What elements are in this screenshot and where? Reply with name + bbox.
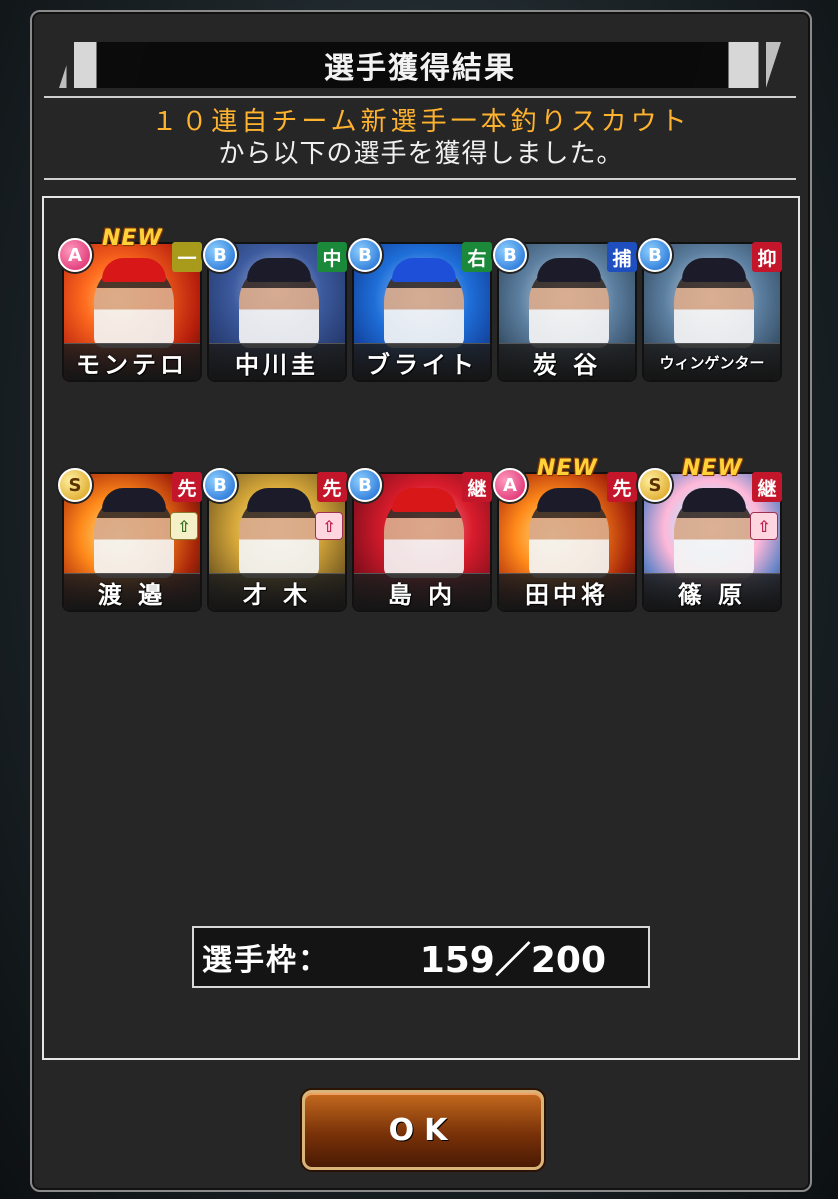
- new-badge: NEW: [537, 456, 598, 481]
- cap-shape: [537, 258, 601, 282]
- position-badge: 先: [607, 472, 637, 502]
- player-card[interactable]: 渡 邉 S 先 ⇧: [58, 468, 202, 610]
- scout-name: １０連自チーム新選手一本釣りスカウト: [151, 107, 691, 137]
- player-name: ブライト: [354, 343, 490, 380]
- rank-badge: B: [203, 468, 237, 502]
- player-name: 中川圭: [209, 343, 345, 380]
- player-card[interactable]: 島 内 B 継: [348, 468, 492, 610]
- divider-top: [44, 96, 796, 98]
- cap-shape: [682, 488, 746, 512]
- divider-bottom: [44, 178, 796, 180]
- rank-badge: S: [638, 468, 672, 502]
- rank-badge: B: [348, 468, 382, 502]
- title-bar: 選手獲得結果: [44, 42, 796, 88]
- position-badge: 先: [172, 472, 202, 502]
- result-description: から以下の選手を獲得しました。: [218, 139, 624, 169]
- player-card[interactable]: 炭 谷 B 捕: [493, 238, 637, 380]
- player-card[interactable]: 才 木 B 先 ⇧: [203, 468, 347, 610]
- cap-shape: [102, 488, 166, 512]
- position-badge: 継: [462, 472, 492, 502]
- cap-shape: [392, 488, 456, 512]
- player-name: 田中将: [499, 573, 635, 610]
- cap-shape: [537, 488, 601, 512]
- position-badge: 捕: [607, 242, 637, 272]
- result-message: １０連自チーム新選手一本釣りスカウト から以下の選手を獲得しました。: [32, 106, 810, 170]
- rank-badge: B: [348, 238, 382, 272]
- result-dialog: 選手獲得結果 １０連自チーム新選手一本釣りスカウト から以下の選手を獲得しました…: [30, 10, 812, 1192]
- cap-shape: [682, 258, 746, 282]
- cap-shape: [102, 258, 166, 282]
- player-card[interactable]: 田中将 NEW A 先: [493, 456, 637, 610]
- rank-badge: A: [493, 468, 527, 502]
- player-name: 炭 谷: [499, 343, 635, 380]
- cap-shape: [247, 488, 311, 512]
- position-badge: 一: [172, 242, 202, 272]
- cap-shape: [392, 258, 456, 282]
- player-name: 島 内: [354, 573, 490, 610]
- player-name: モンテロ: [64, 343, 200, 380]
- position-badge: 継: [752, 472, 782, 502]
- condition-up-icon: ⇧: [170, 512, 198, 540]
- condition-up-icon: ⇧: [750, 512, 778, 540]
- player-name: 篠 原: [644, 573, 780, 610]
- player-card[interactable]: ウィンゲンター B 抑: [638, 238, 782, 380]
- roster-capacity-label: 選手枠：: [202, 943, 330, 978]
- roster-capacity: 選手枠： 159／200: [192, 926, 650, 988]
- position-badge: 中: [317, 242, 347, 272]
- player-card[interactable]: 中川圭 B 中: [203, 238, 347, 380]
- condition-up-icon: ⇧: [315, 512, 343, 540]
- player-name: 渡 邉: [64, 573, 200, 610]
- new-badge: NEW: [102, 226, 163, 251]
- title-plate: 選手獲得結果: [135, 42, 705, 88]
- cap-shape: [247, 258, 311, 282]
- position-badge: 抑: [752, 242, 782, 272]
- player-card[interactable]: モンテロ NEW A 一: [58, 226, 202, 380]
- position-badge: 右: [462, 242, 492, 272]
- player-name: ウィンゲンター: [644, 343, 780, 380]
- rank-badge: B: [638, 238, 672, 272]
- ok-button[interactable]: OK: [302, 1090, 544, 1170]
- player-name: 才 木: [209, 573, 345, 610]
- roster-capacity-value: 159／200: [419, 940, 606, 981]
- new-badge: NEW: [682, 456, 743, 481]
- rank-badge: B: [493, 238, 527, 272]
- rank-badge: B: [203, 238, 237, 272]
- rank-badge: S: [58, 468, 92, 502]
- dialog-title: 選手獲得結果: [324, 51, 516, 86]
- position-badge: 先: [317, 472, 347, 502]
- player-card[interactable]: 篠 原 NEW S 継 ⇧: [638, 456, 782, 610]
- player-card[interactable]: ブライト B 右: [348, 238, 492, 380]
- rank-badge: A: [58, 238, 92, 272]
